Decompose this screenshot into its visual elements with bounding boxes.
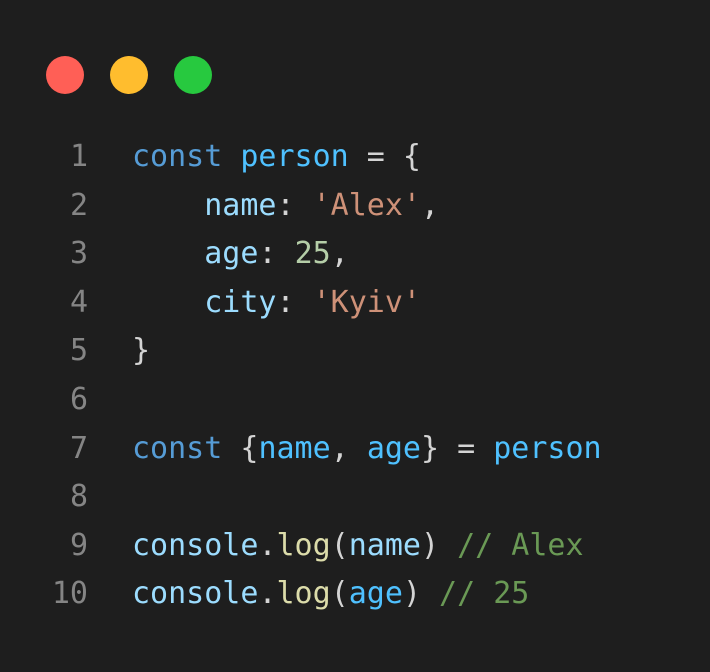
code-token-keyword: const xyxy=(132,139,223,174)
code-token-punctuation: ( xyxy=(330,576,349,612)
code-token-punctuation xyxy=(132,285,204,320)
line-number: 4 xyxy=(69,284,88,320)
code-token-punctuation: ) xyxy=(421,527,440,563)
code-text: console.log(name) // Alex xyxy=(132,522,584,571)
code-line: 1 const person = { xyxy=(0,133,602,182)
code-token-string: 'Alex' xyxy=(312,187,421,223)
code-line: 9 console.log(name) // Alex xyxy=(0,522,602,571)
code-block: 1 const person = {2 name: 'Alex', 3 age: 2… xyxy=(0,133,602,619)
code-token-punctuation: : xyxy=(276,187,313,223)
line-number: 10 xyxy=(51,576,88,612)
code-text: age: 25, xyxy=(132,230,349,279)
code-token-variable: age xyxy=(348,576,403,612)
code-line: 8 xyxy=(0,473,602,522)
code-token-property: name xyxy=(204,187,277,223)
code-token-property: name xyxy=(348,527,421,563)
code-token-variable: person xyxy=(240,139,349,174)
code-token-comment: // Alex xyxy=(439,527,584,563)
maximize-dot-icon[interactable] xyxy=(174,56,212,94)
code-token-variable: age xyxy=(366,430,421,466)
code-token-punctuation: } xyxy=(132,333,151,369)
code-token-punctuation xyxy=(222,139,240,174)
code-token-punctuation: , xyxy=(421,187,440,223)
code-token-variable: person xyxy=(493,430,602,466)
code-text: name: 'Alex', xyxy=(132,182,439,231)
line-number: 5 xyxy=(69,333,88,369)
code-text: } xyxy=(132,327,150,376)
code-line: 7 const {name, age} = person xyxy=(0,425,602,474)
window-controls xyxy=(46,56,212,94)
code-line: 10 console.log(age) // 25 xyxy=(0,570,602,619)
code-token-punctuation: , xyxy=(330,236,349,272)
code-token-property: age xyxy=(204,236,259,272)
code-text: const person = { xyxy=(132,133,421,182)
code-token-punctuation: . xyxy=(258,576,277,612)
code-line: 4 city: 'Kyiv' xyxy=(0,279,602,328)
code-token-property: console xyxy=(132,527,259,563)
code-token-punctuation xyxy=(132,188,204,223)
code-line: 3 age: 25, xyxy=(0,230,602,279)
code-line: 5} xyxy=(0,327,602,376)
code-token-punctuation: : xyxy=(276,284,313,320)
code-text: console.log(age) // 25 xyxy=(132,570,529,619)
code-token-punctuation: { xyxy=(222,430,259,466)
code-token-property: console xyxy=(132,576,259,612)
code-token-function: log xyxy=(276,527,331,563)
code-token-punctuation: = { xyxy=(348,139,421,174)
line-number: 2 xyxy=(69,187,88,223)
code-token-string: 'Kyiv' xyxy=(312,284,421,320)
line-number: 7 xyxy=(69,430,88,466)
line-number: 3 xyxy=(69,236,88,272)
line-number: 6 xyxy=(69,381,88,417)
close-dot-icon[interactable] xyxy=(46,56,84,94)
code-token-property: city xyxy=(204,284,277,320)
line-number: 9 xyxy=(69,527,88,563)
code-line: 2 name: 'Alex', xyxy=(0,182,602,231)
code-token-number: 25 xyxy=(294,236,331,272)
code-token-punctuation: . xyxy=(258,527,277,563)
minimize-dot-icon[interactable] xyxy=(110,56,148,94)
code-text: city: 'Kyiv' xyxy=(132,279,421,328)
code-token-comment: // 25 xyxy=(421,576,530,612)
line-number: 1 xyxy=(69,139,88,174)
code-text: const {name, age} = person xyxy=(132,425,602,474)
code-window: 1 const person = {2 name: 'Alex', 3 age: 2… xyxy=(0,0,710,672)
code-token-punctuation: ( xyxy=(330,527,349,563)
code-token-punctuation xyxy=(132,236,204,271)
code-token-function: log xyxy=(276,576,331,612)
line-number: 8 xyxy=(69,479,88,515)
code-token-punctuation: : xyxy=(258,236,295,272)
code-token-variable: name xyxy=(258,430,331,466)
code-token-punctuation: , xyxy=(330,430,367,466)
code-token-keyword: const xyxy=(132,430,223,466)
code-token-punctuation: ) xyxy=(402,576,421,612)
code-line: 6 xyxy=(0,376,602,425)
code-token-punctuation: } = xyxy=(421,430,494,466)
